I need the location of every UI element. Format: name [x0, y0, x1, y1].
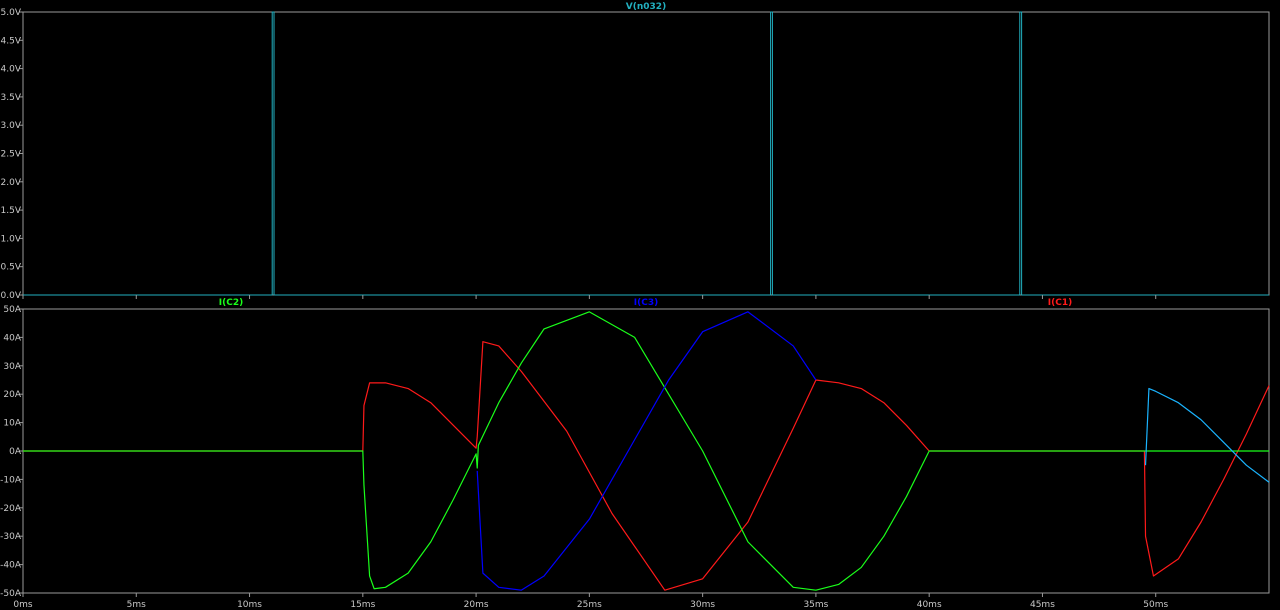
y-tick-label: 0.0V — [1, 291, 22, 301]
y-tick-label: -10A — [0, 475, 22, 485]
y-tick-label: -50A — [0, 589, 22, 599]
x-tick-label: 25ms — [577, 600, 602, 610]
x-tick-label: 10ms — [237, 600, 262, 610]
y-tick-label: 2.5V — [1, 150, 22, 160]
x-tick-label: 45ms — [1030, 600, 1055, 610]
y-tick-label: 40A — [3, 333, 21, 343]
trace-title-vn032[interactable]: V(n032) — [626, 2, 666, 12]
y-tick-label: -20A — [0, 504, 22, 514]
y-tick-label: -40A — [0, 561, 22, 571]
y-tick-label: 2.0V — [1, 178, 22, 188]
y-tick-label: 3.0V — [1, 121, 22, 131]
x-tick-label: 15ms — [350, 600, 375, 610]
y-tick-label: 1.0V — [1, 234, 22, 244]
y-tick-label: 5.0V — [1, 8, 22, 18]
x-tick-label: 5ms — [127, 600, 146, 610]
y-tick-label: 0A — [9, 447, 22, 457]
trace-title-ic2[interactable]: I(C2) — [219, 298, 243, 308]
y-tick-label: 20A — [3, 390, 21, 400]
y-tick-label: -30A — [0, 532, 22, 542]
y-tick-label: 4.0V — [1, 65, 22, 75]
x-tick-label: 40ms — [917, 600, 942, 610]
waveform-viewer[interactable]: V(n032) 5.0V 4.5V 4.0V 3.5V 3.0V 2.5V 2.0V 1.5V… — [0, 0, 1280, 610]
y-tick-label: 0.5V — [1, 263, 22, 273]
x-tick-label: 30ms — [690, 600, 715, 610]
x-tick-label: 50ms — [1143, 600, 1168, 610]
y-tick-label: 1.5V — [1, 206, 22, 216]
y-tick-label: 30A — [3, 362, 21, 372]
x-tick-label: 0ms — [13, 600, 32, 610]
y-tick-label: 3.5V — [1, 93, 22, 103]
trace-title-ic1[interactable]: I(C1) — [1048, 298, 1072, 308]
y-tick-label: 50A — [3, 305, 21, 315]
trace-title-ic3[interactable]: I(C3) — [634, 298, 658, 308]
y-tick-label: 4.5V — [1, 36, 22, 46]
x-tick-label: 35ms — [803, 600, 828, 610]
y-tick-label: 10A — [3, 419, 21, 429]
x-tick-label: 20ms — [464, 600, 489, 610]
